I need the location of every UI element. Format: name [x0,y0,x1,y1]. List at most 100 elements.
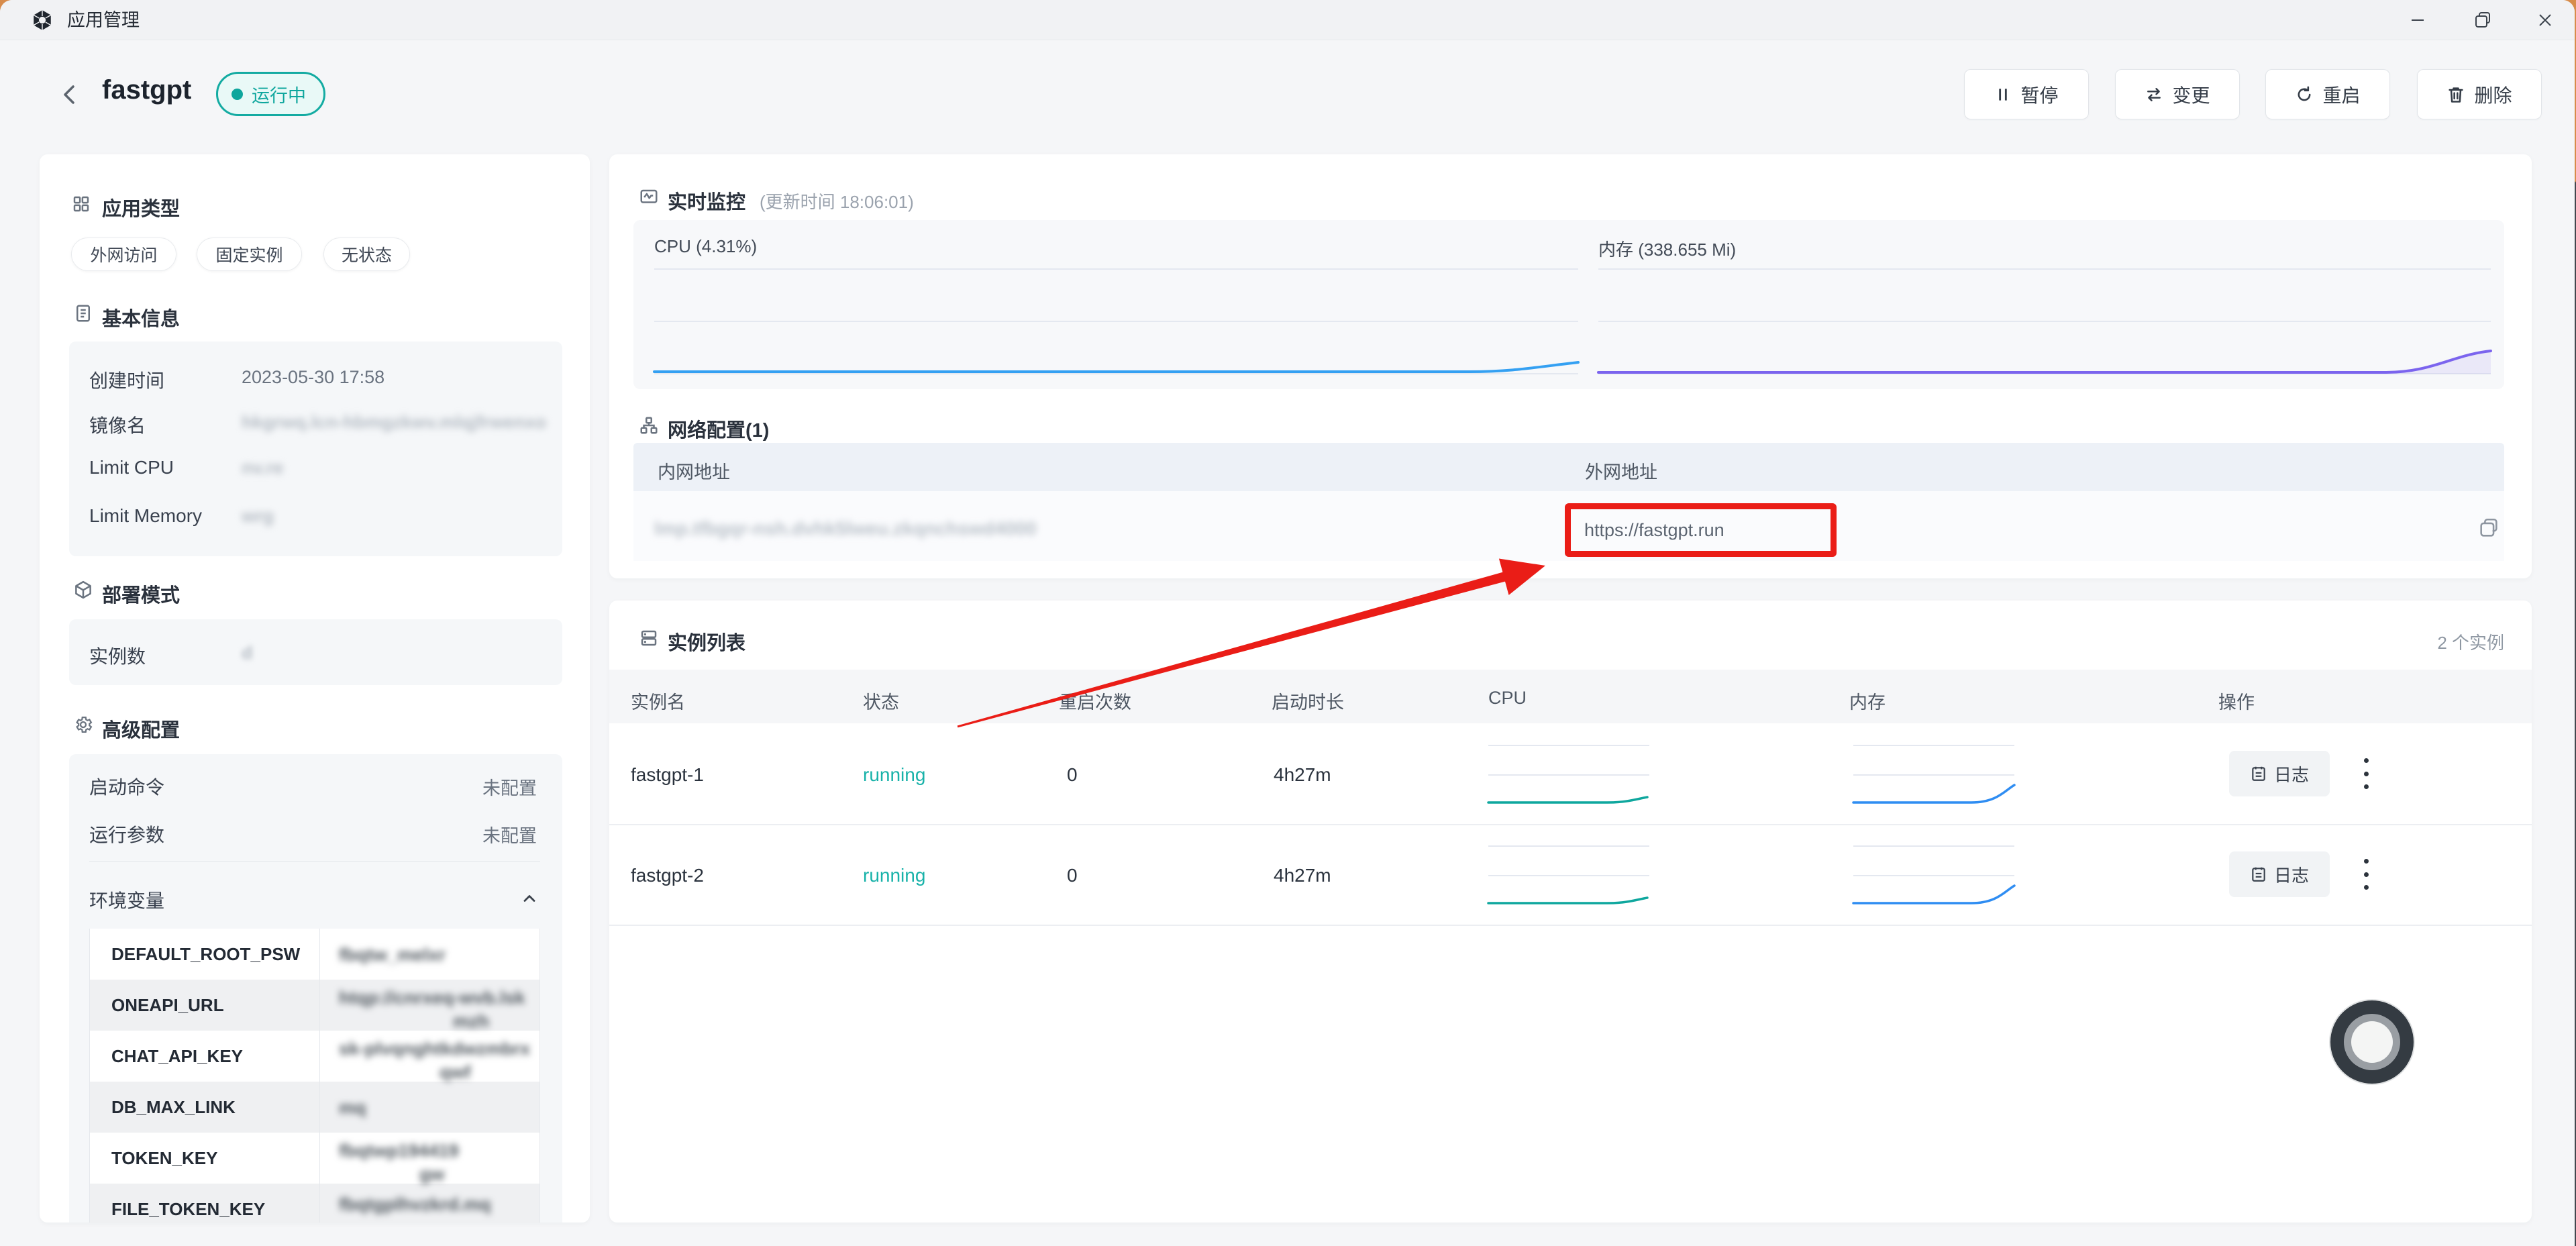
cpu-gridline [654,373,1578,374]
status-dot [231,89,243,100]
grid-icon [71,194,91,214]
env-key: DB_MAX_LINK [111,1082,236,1133]
pause-label: 暂停 [2020,81,2058,108]
row-value: 2023-05-30 17:58 [242,367,384,388]
mem-gridline [1598,373,2491,374]
external-url[interactable]: https://fastgpt.run [1584,520,1724,541]
deploy-mode-title: 部署模式 [102,580,180,608]
instance-uptime: 4h27m [1274,865,1331,886]
row-label: 运行参数 [89,821,164,847]
spark-gridline [1488,774,1649,776]
col-actions: 操作 [2218,688,2255,714]
env-key: ONEAPI_URL [111,980,224,1031]
cpu-gridline [654,268,1578,270]
log-label: 日志 [2274,862,2309,887]
col-external-address: 外网地址 [1585,458,1657,484]
spark-gridline [1488,875,1649,876]
app-type-title: 应用类型 [102,193,180,221]
spark-gridline [1853,875,2014,876]
env-table-divider [319,929,320,1223]
divider [89,861,540,862]
redacted-env-value: sk-plvqnghtkdwzmbrxqwf [339,1037,530,1084]
internal-address-redacted: lmp.tfbgqr-nsh.dvhk5lweu.zkqnchswd4000 [654,517,1036,541]
instance-name: fastgpt-1 [631,764,704,786]
instance-status: running [863,865,925,886]
col-instance-name: 实例名 [631,688,685,714]
status-label: 运行中 [252,81,306,107]
pause-button[interactable]: 暂停 [1964,69,2089,119]
env-row: DEFAULT_ROOT_PSW [89,929,540,980]
kebab-menu[interactable] [2357,758,2375,789]
spark-gridline [1488,745,1649,746]
env-key: DEFAULT_ROOT_PSW [111,929,300,980]
instance-count-label: 实例数 [89,642,146,669]
row-divider [609,925,2532,926]
row-value: 未配置 [463,821,537,847]
cube-icon [73,580,93,600]
status-badge: 运行中 [216,72,325,116]
spark-gridline [1488,845,1649,847]
env-row: DB_MAX_LINK [89,1082,540,1133]
env-key: CHAT_API_KEY [111,1031,243,1082]
kebab-menu[interactable] [2357,859,2375,890]
instances-icon [639,628,659,648]
restore-button[interactable] [2456,0,2510,40]
advanced-config-title: 高级配置 [102,715,180,743]
back-button[interactable] [59,81,81,109]
delete-button[interactable]: 删除 [2417,69,2542,119]
app-logo-icon [31,9,54,32]
row-label: 启动命令 [89,773,164,800]
close-button[interactable] [2518,0,2572,40]
env-row: TOKEN_KEY [89,1133,540,1184]
instance-name: fastgpt-2 [631,865,704,886]
instances-count: 2 个实例 [2395,629,2504,654]
titlebar: 应用管理 [0,0,2575,40]
click-indicator [2329,999,2415,1085]
row-label: Limit CPU [89,457,174,478]
col-uptime: 启动时长 [1272,688,1344,714]
tag-item: 固定实例 [197,238,302,271]
log-button[interactable]: 日志 [2229,751,2330,796]
redacted-env-value: fbqtw_melxr [339,943,446,967]
instances-title: 实例列表 [668,627,745,656]
restart-label: 重启 [2322,81,2360,108]
restart-button[interactable]: 重启 [2265,69,2390,119]
redacted-value: d [242,641,253,665]
redacted-env-value: fbqtgplhvzkrd.mq [339,1193,491,1216]
tag-item: 外网访问 [71,238,176,271]
external-url-highlight-box: https://fastgpt.run [1565,503,1837,557]
col-internal-address: 内网地址 [658,458,730,484]
basic-info-title: 基本信息 [102,303,180,331]
instance-uptime: 4h27m [1274,764,1331,786]
network-title: 网络配置(1) [668,415,769,443]
redacted-env-value: fbqtwp194419gw [339,1139,459,1186]
env-key: TOKEN_KEY [111,1133,217,1184]
redacted-value: wrg [242,505,274,528]
minimize-button[interactable] [2391,0,2444,40]
log-button[interactable]: 日志 [2229,851,2330,897]
row-label: 镜像名 [89,411,146,438]
col-status: 状态 [863,688,899,714]
delete-label: 删除 [2474,81,2512,108]
network-icon [639,415,659,435]
cpu-chart-label: CPU (4.31%) [654,236,757,257]
chevron-up-icon[interactable] [520,889,539,908]
network-table-header [633,443,2504,491]
copy-icon[interactable] [2477,517,2500,539]
redacted-env-value: htqp://cnrxeq-wvb.lskmzh [339,986,525,1033]
row-value: 未配置 [463,774,537,800]
tag-item: 无状态 [323,238,410,271]
spark-gridline [1853,774,2014,776]
page-title: fastgpt [102,75,191,105]
spark-gridline [1853,845,2014,847]
change-button[interactable]: 变更 [2115,69,2240,119]
redacted-value: nv.re [242,456,284,480]
redacted-env-value: mq [339,1096,366,1120]
instance-restarts: 0 [1067,865,1078,886]
env-vars-title: 环境变量 [89,886,164,913]
row-label: 创建时间 [89,366,164,393]
mem-gridline [1598,268,2491,270]
row-divider [609,824,2532,825]
cpu-gridline [654,321,1578,322]
monitor-updated: (更新时间 18:06:01) [760,189,914,213]
